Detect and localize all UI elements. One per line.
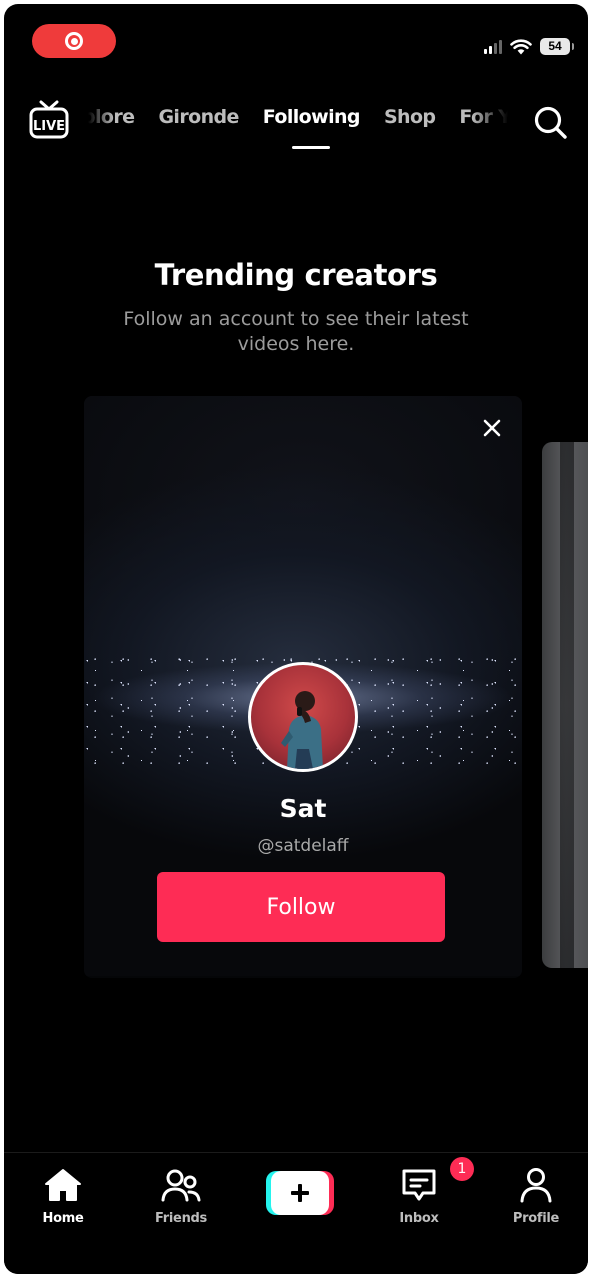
- active-tab-indicator: [292, 146, 331, 149]
- next-creator-card-peek[interactable]: [542, 442, 588, 968]
- nav-friends[interactable]: Friends: [136, 1165, 226, 1226]
- create-video-button[interactable]: [266, 1171, 334, 1215]
- creator-name: Sat: [279, 794, 327, 823]
- status-icons: 54: [484, 38, 574, 55]
- close-icon[interactable]: [480, 416, 504, 440]
- screen-recording-indicator[interactable]: [32, 24, 116, 58]
- battery-icon: 54: [540, 38, 574, 55]
- wifi-icon: [510, 38, 532, 55]
- live-tv-icon[interactable]: LIVE: [28, 100, 70, 140]
- trending-creators-subtitle: Follow an account to see their latest vi…: [123, 308, 469, 355]
- feed-tabs: plore Gironde Following Shop For You: [88, 96, 508, 156]
- tab-gironde[interactable]: Gironde: [158, 106, 239, 128]
- tab-following[interactable]: Following: [262, 106, 361, 149]
- phone-screen: 54 LIVE plore Gironde Following Shop For…: [4, 4, 588, 1274]
- tab-shop[interactable]: Shop: [384, 106, 436, 128]
- nav-inbox-label: Inbox: [399, 1211, 439, 1226]
- trending-creators-title: Trending creators: [154, 258, 438, 292]
- nav-home[interactable]: Home: [18, 1165, 108, 1226]
- profile-icon: [515, 1165, 557, 1205]
- friends-icon: [160, 1165, 202, 1205]
- status-bar: 54: [4, 4, 588, 74]
- tab-following-label: Following: [262, 106, 361, 128]
- cellular-signal-icon: [484, 39, 502, 54]
- nav-home-label: Home: [42, 1211, 84, 1226]
- nav-friends-label: Friends: [155, 1211, 207, 1226]
- tab-explore[interactable]: plore: [88, 106, 135, 128]
- inbox-icon: 1: [398, 1157, 474, 1205]
- svg-text:LIVE: LIVE: [33, 119, 65, 134]
- inbox-notification-badge: 1: [450, 1157, 474, 1181]
- home-icon: [42, 1165, 84, 1205]
- tab-for-you[interactable]: For You: [459, 106, 508, 128]
- creator-handle: @satdelaff: [257, 836, 349, 856]
- plus-icon: [291, 1184, 309, 1202]
- nav-profile-label: Profile: [512, 1211, 560, 1226]
- search-icon[interactable]: [532, 104, 570, 142]
- nav-profile[interactable]: Profile: [491, 1165, 581, 1226]
- creator-card[interactable]: Sat @satdelaff Follow: [84, 396, 522, 978]
- bottom-nav: Home Friends 1 Inbox Profile: [4, 1152, 588, 1274]
- creator-avatar[interactable]: [248, 662, 358, 772]
- top-nav: LIVE plore Gironde Following Shop For Yo…: [4, 96, 588, 156]
- follow-button[interactable]: Follow: [157, 872, 445, 942]
- record-icon: [65, 32, 83, 50]
- nav-inbox[interactable]: 1 Inbox: [374, 1157, 474, 1226]
